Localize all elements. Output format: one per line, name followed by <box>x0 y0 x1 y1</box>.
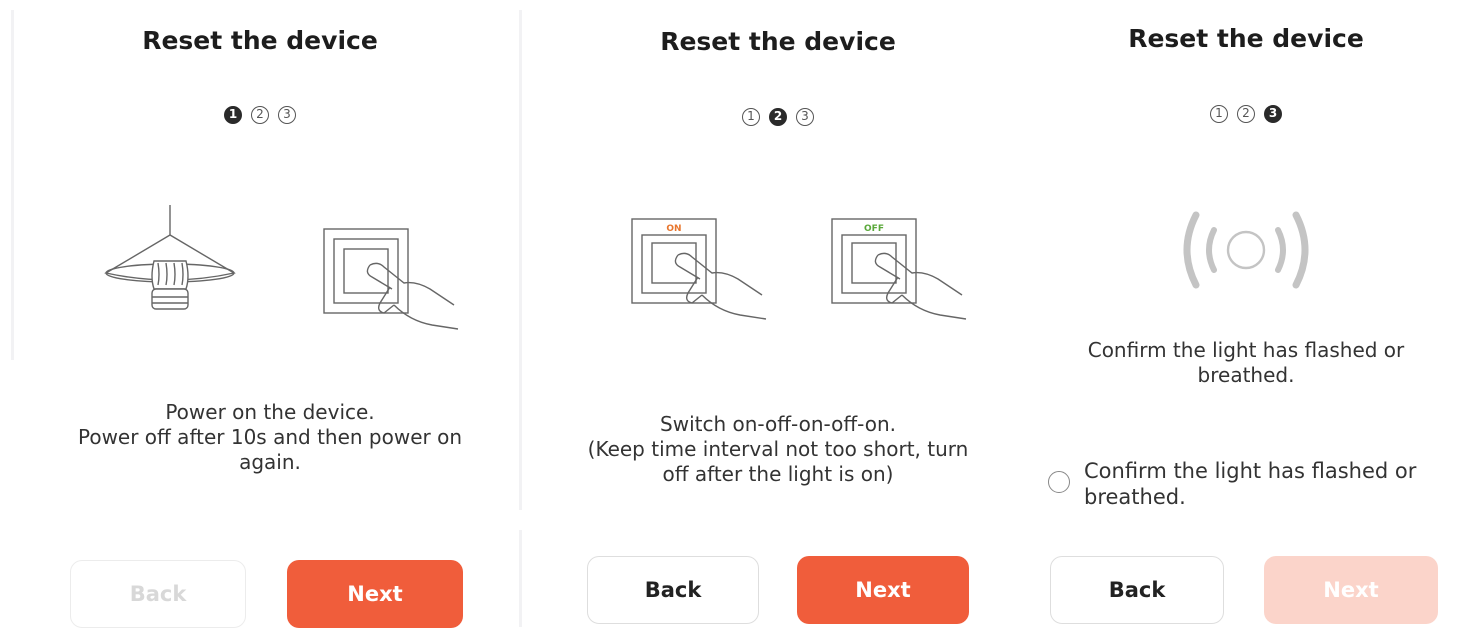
page-title: Reset the device <box>1128 24 1364 53</box>
switch-on-label: ON <box>666 224 681 234</box>
step-instructions: Confirm the light has flashed or breathe… <box>1046 338 1446 388</box>
instruction-line: again. <box>239 450 301 474</box>
instruction-line: Switch on-off-on-off-on. <box>660 412 896 436</box>
step-3-indicator: 3 <box>278 106 296 124</box>
page-title: Reset the device <box>142 26 378 55</box>
instruction-line: off after the light is on) <box>662 462 894 486</box>
step-2-indicator: 2 <box>1237 105 1255 123</box>
page-title: Reset the device <box>660 27 896 56</box>
confirm-label[interactable]: Confirm the light has flashed or breathe… <box>1084 458 1454 510</box>
step-1-indicator: 1 <box>1210 105 1228 123</box>
step-2-indicator: 2 <box>769 108 787 126</box>
step-indicator: 1 2 3 <box>528 108 1028 126</box>
reset-step-3-panel: Reset the device 1 2 3 Confirm the light… <box>1028 0 1464 627</box>
next-button[interactable]: Next <box>287 560 463 628</box>
reset-step-1-panel: Reset the device 1 2 3 Power on the devi… <box>0 0 520 628</box>
switch-off-label: OFF <box>864 224 884 234</box>
switch-on-hand-icon: ON <box>631 218 767 320</box>
instruction-line: breathed. <box>1197 363 1295 387</box>
step-indicator: 1 2 3 <box>1028 105 1464 123</box>
confirm-label-line: Confirm the light has flashed or <box>1084 459 1417 483</box>
step-2-indicator: 2 <box>251 106 269 124</box>
instruction-line: Power on the device. <box>165 400 375 424</box>
next-button[interactable]: Next <box>1264 556 1438 624</box>
reset-step-2-panel: Reset the device 1 2 3 ON OFF Switch on-… <box>528 0 1028 627</box>
confirm-label-line: breathed. <box>1084 485 1186 509</box>
step-instructions: Power on the device. Power off after 10s… <box>40 400 500 475</box>
confirm-radio[interactable] <box>1048 471 1070 493</box>
instruction-line: (Keep time interval not too short, turn <box>587 437 969 461</box>
step-3-indicator: 3 <box>1264 105 1282 123</box>
back-button[interactable]: Back <box>587 556 759 624</box>
instruction-line: Confirm the light has flashed or <box>1087 338 1405 362</box>
back-button[interactable]: Back <box>1050 556 1224 624</box>
step-instructions: Switch on-off-on-off-on. (Keep time inte… <box>558 412 998 487</box>
switch-off-hand-icon: OFF <box>831 218 967 320</box>
step-indicator: 1 2 3 <box>0 106 520 124</box>
back-button[interactable]: Back <box>70 560 246 628</box>
pendant-lamp-icon <box>104 205 236 310</box>
next-button[interactable]: Next <box>797 556 969 624</box>
flashing-light-icon <box>1183 211 1309 289</box>
wall-switch-hand-icon <box>323 228 459 330</box>
step-1-indicator: 1 <box>742 108 760 126</box>
step-3-indicator: 3 <box>796 108 814 126</box>
instruction-line: Power off after 10s and then power on <box>77 425 463 449</box>
step-1-indicator: 1 <box>224 106 242 124</box>
